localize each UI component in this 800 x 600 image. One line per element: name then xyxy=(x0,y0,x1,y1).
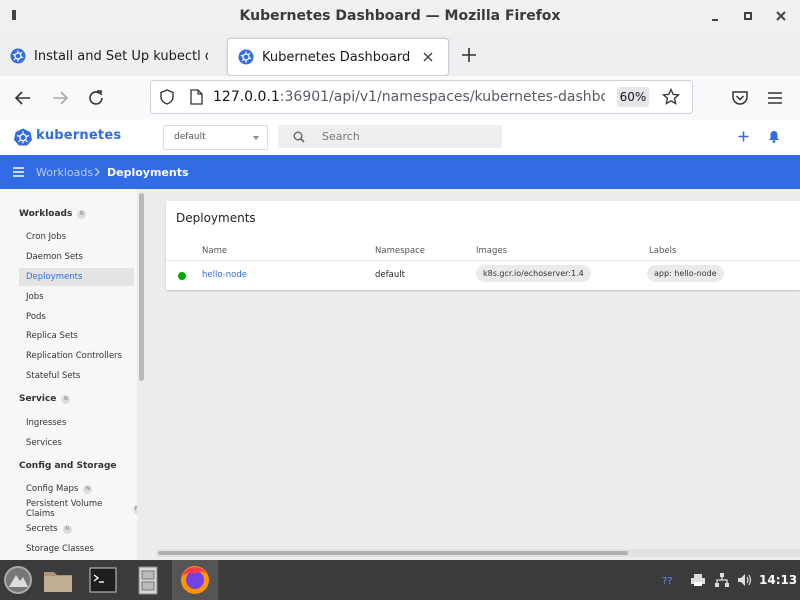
url-text[interactable]: 127.0.0.1:36901/api/v1/namespaces/kubern… xyxy=(213,89,605,105)
pocket-icon[interactable] xyxy=(731,90,749,106)
close-window-icon[interactable] xyxy=(773,8,789,24)
page-info-icon[interactable] xyxy=(189,89,203,105)
tab-strip: Install and Set Up kubectl on Kubernetes… xyxy=(0,34,800,76)
search-placeholder: Search xyxy=(322,130,360,143)
sidebar-item-stateful-sets[interactable]: Stateful Sets xyxy=(19,367,134,385)
minimize-icon[interactable] xyxy=(707,8,723,24)
url-path: :36901/api/v1/namespaces/kubernetes-dash… xyxy=(279,89,605,105)
breadcrumb-toolbar: Workloads Deployments xyxy=(0,155,800,189)
reload-icon[interactable] xyxy=(87,89,105,107)
shield-icon[interactable] xyxy=(159,89,175,105)
item-label: Persistent Volume Claims xyxy=(26,499,103,519)
new-badge: N xyxy=(77,209,87,219)
dropdown-caret-icon xyxy=(253,136,259,140)
sidebar-item-secrets[interactable]: Secrets N xyxy=(19,520,134,538)
window-titlebar: Kubernetes Dashboard — Mozilla Firefox xyxy=(0,0,800,34)
network-icon[interactable] xyxy=(714,572,730,588)
item-label: Secrets xyxy=(26,524,58,534)
sidebar-section-config-storage[interactable]: Config and Storage xyxy=(19,461,117,471)
back-icon[interactable] xyxy=(14,89,32,107)
sidebar-item-pods[interactable]: Pods xyxy=(19,308,134,326)
window-title: Kubernetes Dashboard — Mozilla Firefox xyxy=(239,8,561,24)
image-chip: k8s.gcr.io/echoserver:1.4 xyxy=(476,265,591,282)
card-title: Deployments xyxy=(176,211,256,225)
sidebar-item-replica-sets[interactable]: Replica Sets xyxy=(19,327,134,345)
namespace-selector[interactable]: default xyxy=(163,125,268,150)
section-title: Config and Storage xyxy=(19,461,117,471)
taskbar: ?? 14:13 xyxy=(0,560,800,600)
sidebar: Workloads N Cron Jobs Daemon Sets Deploym… xyxy=(0,189,148,560)
sidebar-item-storage-classes[interactable]: Storage Classes xyxy=(19,540,134,558)
new-badge: N xyxy=(62,524,72,534)
file-manager-icon[interactable] xyxy=(40,562,76,598)
chevron-right-icon xyxy=(94,167,100,177)
svg-text:??: ?? xyxy=(662,576,673,587)
status-running-icon xyxy=(178,272,186,280)
deployment-namespace: default xyxy=(375,270,405,280)
sidebar-item-ingresses[interactable]: Ingresses xyxy=(19,414,134,432)
sidebar-section-workloads[interactable]: Workloads N xyxy=(19,209,87,219)
firefox-taskbar-icon[interactable] xyxy=(172,560,218,600)
sidebar-item-deployments[interactable]: Deployments xyxy=(19,268,134,286)
column-header-labels: Labels xyxy=(649,246,677,256)
sidebar-item-config-maps[interactable]: Config Maps N xyxy=(19,480,134,498)
tab-label: Kubernetes Dashboard xyxy=(262,49,411,65)
section-title: Workloads xyxy=(19,209,73,219)
item-label: Config Maps xyxy=(26,484,79,494)
section-title: Service xyxy=(19,394,57,404)
column-header-namespace[interactable]: Namespace xyxy=(375,246,425,256)
new-badge: N xyxy=(83,484,93,494)
sidebar-section-service[interactable]: Service N xyxy=(19,394,71,404)
deployment-name-link[interactable]: hello-node xyxy=(202,270,247,280)
column-header-name[interactable]: Name xyxy=(202,246,227,256)
bookmark-star-icon[interactable] xyxy=(662,88,680,106)
kubernetes-logo-icon[interactable] xyxy=(14,128,32,146)
volume-icon[interactable] xyxy=(737,573,753,587)
sidebar-scrollbar[interactable] xyxy=(139,193,144,381)
keyboard-layout-icon[interactable]: ?? xyxy=(661,573,679,587)
navigation-bar: 127.0.0.1:36901/api/v1/namespaces/kubern… xyxy=(0,76,800,121)
main-content: Deployments Name Namespace Images Labels… xyxy=(148,189,800,560)
breadcrumb-deployments: Deployments xyxy=(107,166,189,179)
nav-menu-icon[interactable] xyxy=(13,167,24,177)
zoom-level-badge[interactable]: 60% xyxy=(617,87,649,107)
sidebar-item-replication-controllers[interactable]: Replication Controllers xyxy=(19,347,134,365)
kubernetes-favicon-icon xyxy=(10,48,26,64)
search-icon xyxy=(293,131,305,143)
create-plus-icon[interactable] xyxy=(738,131,749,142)
forward-icon[interactable] xyxy=(51,89,69,107)
new-tab-icon[interactable] xyxy=(461,47,477,63)
sidebar-item-services[interactable]: Services xyxy=(19,434,134,452)
file-cabinet-icon[interactable] xyxy=(130,562,166,598)
k8s-header: kubernetes default Search xyxy=(0,120,800,155)
deployments-card: Deployments Name Namespace Images Labels… xyxy=(166,201,800,290)
printer-icon[interactable] xyxy=(690,573,706,587)
brand-name[interactable]: kubernetes xyxy=(36,128,121,143)
breadcrumb-workloads[interactable]: Workloads xyxy=(36,166,93,179)
tab-install-kubectl[interactable]: Install and Set Up kubectl on xyxy=(0,38,222,74)
clock[interactable]: 14:13 xyxy=(759,573,797,587)
start-menu-icon[interactable] xyxy=(3,565,33,595)
kubernetes-favicon-icon xyxy=(238,49,254,65)
tab-label: Install and Set Up kubectl on xyxy=(34,48,208,64)
table-row[interactable]: hello-node default k8s.gcr.io/echoserver… xyxy=(166,260,800,289)
column-header-images: Images xyxy=(476,246,508,256)
namespace-value: default xyxy=(174,132,206,142)
hamburger-menu-icon[interactable] xyxy=(767,91,783,105)
sidebar-item-persistent-volume-claims[interactable]: Persistent Volume ClaimsN xyxy=(19,499,141,519)
sidebar-item-cron-jobs[interactable]: Cron Jobs xyxy=(19,228,134,246)
sidebar-item-jobs[interactable]: Jobs xyxy=(19,288,134,306)
new-badge: N xyxy=(61,394,71,404)
url-bar[interactable]: 127.0.0.1:36901/api/v1/namespaces/kubern… xyxy=(150,80,693,114)
sidebar-item-daemon-sets[interactable]: Daemon Sets xyxy=(19,248,134,266)
search-input[interactable]: Search xyxy=(278,125,502,148)
horizontal-scrollbar[interactable] xyxy=(158,551,628,555)
terminal-icon[interactable] xyxy=(85,562,121,598)
maximize-icon[interactable] xyxy=(740,8,756,24)
close-tab-icon[interactable] xyxy=(422,51,434,63)
notifications-bell-icon[interactable] xyxy=(768,130,780,143)
label-chip: app: hello-node xyxy=(647,265,724,282)
tab-kubernetes-dashboard[interactable]: Kubernetes Dashboard xyxy=(227,38,449,76)
url-host: 127.0.0.1 xyxy=(213,89,280,105)
